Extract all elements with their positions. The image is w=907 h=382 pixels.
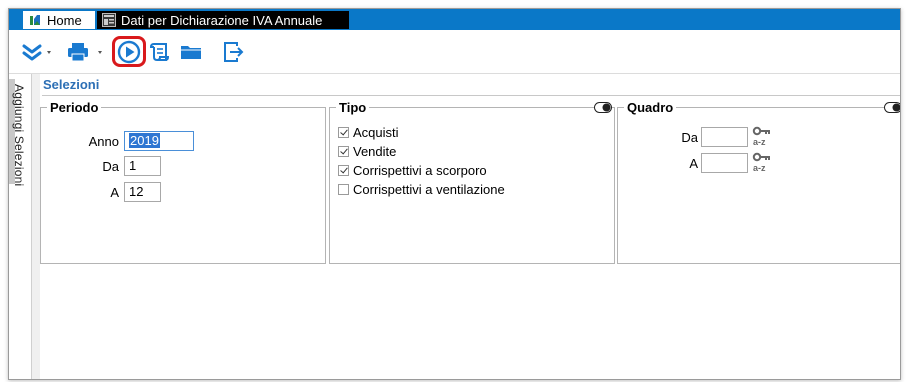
open-folder-button[interactable] [177,37,205,67]
app-window: Home Dati per Dichiarazione IVA Annuale [8,8,901,380]
selections-area: Selezioni Periodo Anno 2019 Da 1 A 12 Ti… [40,74,900,379]
periodo-da-label: Da [102,159,119,174]
periodo-panel: Periodo Anno 2019 Da 1 A 12 [40,100,326,264]
run-button-highlight [112,36,146,67]
periodo-title: Periodo [47,100,102,115]
tab-bar: Home Dati per Dichiarazione IVA Annuale [9,9,900,30]
svg-text:a-z: a-z [753,137,766,147]
tipo-option-ventilazione[interactable]: Corrispettivi a ventilazione [338,182,505,197]
tipo-option-acquisti[interactable]: Acquisti [338,125,399,140]
quadro-panel: Quadro Da a-z A a-z [617,100,900,264]
selections-divider [42,95,900,96]
anno-input[interactable]: 2019 [124,131,194,151]
tipo-option-vendite[interactable]: Vendite [338,144,396,159]
periodo-a-label: A [110,185,119,200]
add-selections-sidebar[interactable]: Aggiungi Selezioni [9,74,32,379]
home-app-icon [28,13,42,27]
tipo-option-scorporo[interactable]: Corrispettivi a scorporo [338,163,487,178]
ventilazione-label: Corrispettivi a ventilazione [353,182,505,197]
toolbar [9,30,900,74]
printer-icon [68,43,102,62]
quadro-a-input[interactable] [701,153,748,173]
tab-home[interactable]: Home [23,11,95,29]
exit-button[interactable] [219,37,247,67]
folder-icon [181,46,201,59]
tab-dati-iva[interactable]: Dati per Dichiarazione IVA Annuale [97,11,349,29]
tab-home-label: Home [47,12,82,28]
anno-label: Anno [88,134,119,149]
key-az-lookup-icon[interactable]: a-z [752,152,774,174]
quadro-title: Quadro [624,100,677,115]
double-chevron-down-icon [22,44,51,61]
key-az-lookup-icon[interactable]: a-z [752,126,774,148]
tipo-title: Tipo [336,100,370,115]
scorporo-label: Corrispettivi a scorporo [353,163,487,178]
scroll-document-icon [149,43,170,61]
selections-title: Selezioni [43,77,100,92]
acquisti-checkbox[interactable] [338,127,349,138]
svg-text:a-z: a-z [753,163,766,173]
acquisti-label: Acquisti [353,125,399,140]
ventilazione-checkbox[interactable] [338,184,349,195]
tipo-panel: Tipo Acquisti Vendite Corrispettivi a sc… [329,100,615,264]
expand-menu-button[interactable] [15,37,55,67]
periodo-da-input[interactable]: 1 [124,156,161,176]
quadro-toggle-icon[interactable] [884,102,901,113]
sidebar-label: Aggiungi Selezioni [12,84,26,187]
quadro-da-label: Da [681,130,698,145]
tipo-toggle-icon[interactable] [594,102,612,113]
tab-dati-iva-label: Dati per Dichiarazione IVA Annuale [121,12,323,28]
quadro-a-label: A [689,156,698,171]
periodo-a-input[interactable]: 12 [124,182,161,202]
vendite-checkbox[interactable] [338,146,349,157]
vendite-label: Vendite [353,144,397,159]
anno-value: 2019 [129,133,160,148]
print-button[interactable] [63,37,105,67]
report-button[interactable] [148,37,174,67]
scorporo-checkbox[interactable] [338,165,349,176]
form-window-icon [102,13,116,27]
exit-icon [224,42,244,62]
quadro-da-input[interactable] [701,127,748,147]
